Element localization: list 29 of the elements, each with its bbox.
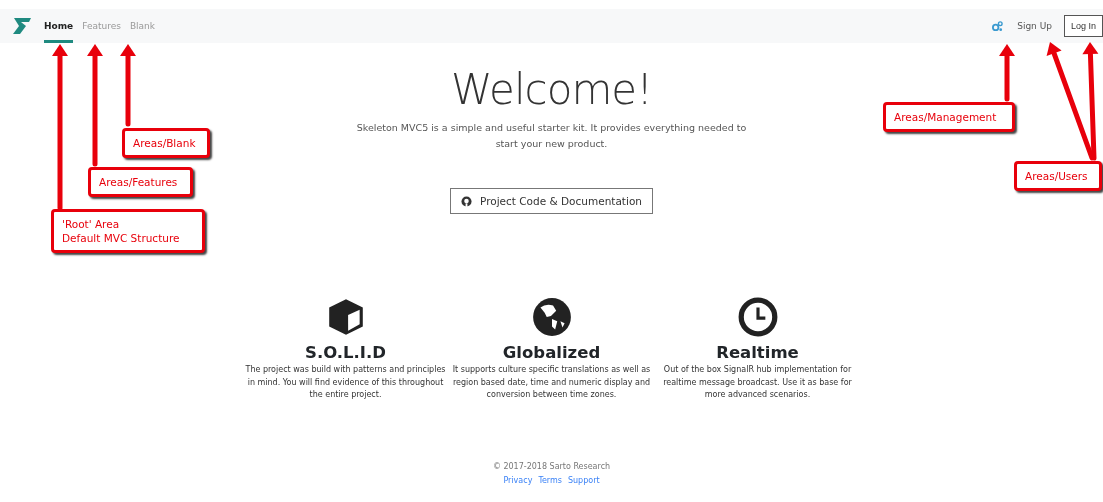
annotation-callout: Areas/Users: [1014, 161, 1102, 191]
gears-icon[interactable]: [992, 20, 1004, 32]
globe-icon: [530, 296, 573, 338]
footer-link[interactable]: Support: [567, 475, 600, 485]
logo-icon: [12, 16, 32, 36]
footer-link[interactable]: Privacy: [503, 475, 533, 485]
feature-description: Out of the box SignalR hub implementation for realtime message broadcast. Use it as base for more advanced scenarios.: [662, 364, 853, 401]
feature-description: It supports culture specific translations as well as region based date, time and numeric display and conversion between time zones.: [451, 364, 652, 401]
annotation-callout: Areas/Features: [88, 167, 193, 197]
copyright-text: © 2017-2018 Sarto Research: [492, 461, 611, 471]
annotation-callout: 'Root' Area Default MVC Structure: [51, 209, 205, 253]
annotation-callout: Areas/Management: [883, 102, 1015, 132]
feature-title: Realtime: [716, 343, 799, 362]
log-in-button[interactable]: Log In: [1063, 15, 1103, 37]
annotation-callout: Areas/Blank: [122, 128, 210, 158]
github-icon: [461, 195, 472, 207]
nav-link[interactable]: Blank: [129, 9, 155, 43]
nav-link[interactable]: Home: [44, 9, 74, 43]
project-code-button[interactable]: Project Code & Documentation: [450, 188, 653, 214]
feature-title: Globalized: [502, 343, 601, 362]
nav-link[interactable]: Features: [82, 9, 121, 43]
footer-link[interactable]: Terms: [538, 475, 562, 485]
feature-description: The project was build with patterns and principles in mind. You will find evidence of this throughout the entire project.: [245, 364, 446, 401]
feature-title: S.O.L.I.D: [305, 343, 386, 362]
clock-icon: [736, 296, 779, 338]
arrow: [999, 44, 1015, 102]
welcome-heading: Welcome!: [451, 65, 652, 114]
subtitle: Skeleton MVC5 is a simple and useful starter kit. It provides everything needed to start your new product.: [356, 121, 747, 151]
sign-up-link[interactable]: Sign Up: [1017, 21, 1052, 31]
